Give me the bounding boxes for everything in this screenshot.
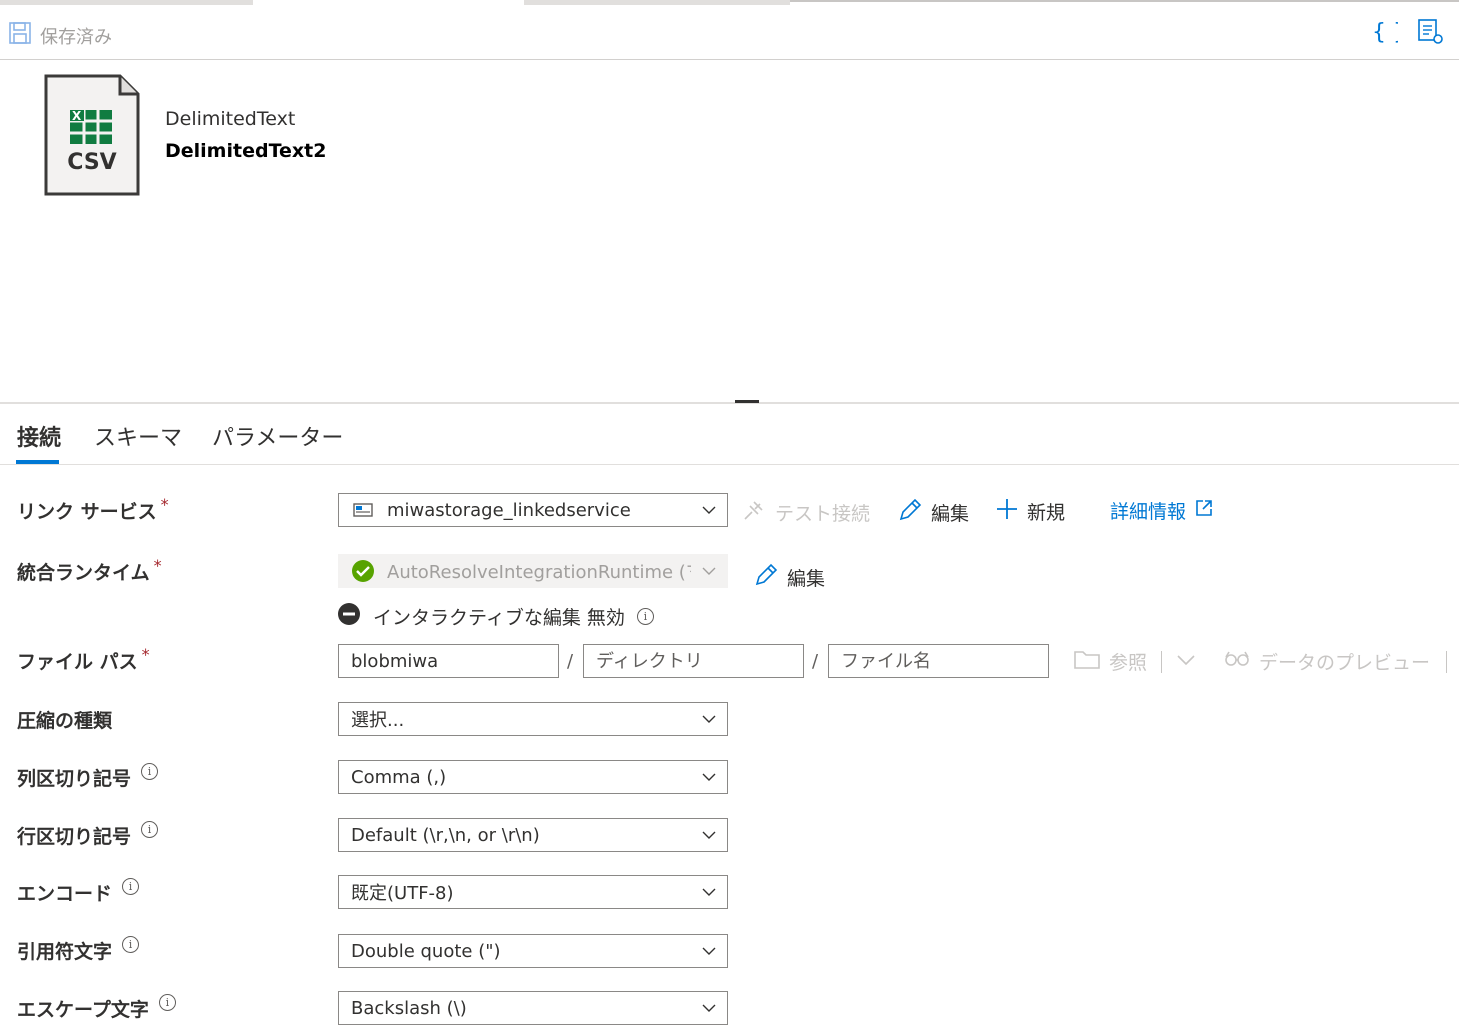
- encoding-dropdown[interactable]: 既定(UTF-8): [338, 875, 728, 909]
- browse-button[interactable]: 参照: [1073, 648, 1147, 675]
- csv-file-icon: X: [44, 74, 140, 200]
- divider: [1161, 651, 1162, 673]
- row-delimiter-label: 行区切り記号 i: [17, 821, 159, 849]
- toolbar: 保存済み { }: [0, 5, 1459, 60]
- info-icon[interactable]: i: [122, 878, 140, 895]
- info-icon[interactable]: i: [122, 936, 140, 953]
- chevron-down-icon[interactable]: [1176, 652, 1196, 671]
- info-icon[interactable]: i: [141, 763, 159, 780]
- info-icon[interactable]: i: [636, 608, 654, 625]
- data-preview-button[interactable]: データのプレビュー: [1223, 648, 1430, 675]
- column-delimiter-label: 列区切り記号 i: [17, 763, 159, 791]
- dataset-name: DelimitedText2: [165, 140, 327, 162]
- linked-service-value: miwastorage_linkedservice: [387, 499, 631, 521]
- compression-label: 圧縮の種類: [17, 710, 113, 732]
- storage-icon: [339, 502, 373, 518]
- splitter-grip[interactable]: [735, 400, 759, 403]
- plus-icon: [995, 497, 1019, 526]
- escape-char-label: エスケープ文字 i: [17, 994, 176, 1022]
- disabled-circle-icon: [337, 602, 361, 631]
- csv-icon-label: CSV: [67, 150, 117, 175]
- row-delimiter-dropdown[interactable]: Default (\r,\n, or \r\n): [338, 818, 728, 852]
- details-link[interactable]: 詳細情報: [1110, 497, 1214, 524]
- tab-strip-border: [790, 0, 1459, 2]
- tabs-divider: [0, 464, 1459, 465]
- info-icon[interactable]: i: [158, 994, 176, 1011]
- tab-parameters[interactable]: パラメーター: [212, 420, 343, 452]
- integration-runtime-dropdown[interactable]: AutoResolveIntegrationRuntime (マ...: [338, 554, 728, 588]
- divider: [1446, 651, 1447, 673]
- file-path-label: ファイル パス *: [17, 645, 150, 673]
- chevron-down-icon: [691, 506, 727, 514]
- required-mark: *: [160, 495, 169, 514]
- properties-icon[interactable]: [1416, 17, 1446, 51]
- chevron-down-icon: [691, 888, 727, 896]
- code-braces-icon[interactable]: { }: [1370, 17, 1407, 49]
- info-icon[interactable]: i: [141, 821, 159, 838]
- chevron-down-icon: [691, 947, 727, 955]
- column-delimiter-dropdown[interactable]: Comma (,): [338, 760, 728, 794]
- pane-splitter[interactable]: [0, 402, 1459, 404]
- tab-schema[interactable]: スキーマ: [94, 420, 182, 452]
- save-icon: [8, 21, 32, 50]
- saved-status: 保存済み: [8, 21, 112, 50]
- chevron-down-icon: [691, 1004, 727, 1012]
- edit-runtime-button[interactable]: 編集: [753, 562, 825, 593]
- quote-char-dropdown[interactable]: Double quote ("): [338, 934, 728, 968]
- saved-label: 保存済み: [40, 26, 112, 48]
- path-separator: /: [812, 651, 819, 672]
- tab-connection[interactable]: 接続: [17, 420, 61, 452]
- integration-runtime-value: AutoResolveIntegrationRuntime (マ...: [387, 562, 691, 583]
- plug-icon: [741, 497, 767, 528]
- test-connection-button[interactable]: テスト接続: [741, 497, 870, 528]
- new-linked-service-button[interactable]: 新規: [995, 497, 1065, 526]
- container-input[interactable]: [338, 644, 559, 678]
- chevron-down-icon: [691, 773, 727, 781]
- chevron-down-icon: [691, 831, 727, 839]
- required-mark: *: [153, 556, 162, 575]
- quote-char-label: 引用符文字 i: [17, 936, 140, 964]
- compression-dropdown[interactable]: 選択...: [338, 702, 728, 736]
- success-check-icon: [339, 559, 375, 583]
- dataset-type: DelimitedText: [165, 108, 296, 130]
- integration-runtime-label: 統合ランタイム *: [17, 556, 162, 584]
- interactive-authoring-status: インタラクティブな編集 無効 i: [337, 602, 654, 631]
- folder-icon: [1073, 648, 1101, 675]
- pencil-icon: [753, 562, 779, 593]
- directory-input[interactable]: [583, 644, 804, 678]
- svg-text:X: X: [72, 109, 82, 123]
- pencil-icon: [897, 497, 923, 528]
- glasses-icon: [1223, 649, 1251, 674]
- chevron-down-icon: [691, 567, 727, 575]
- encoding-label: エンコード i: [17, 878, 140, 906]
- path-separator: /: [567, 651, 574, 672]
- chevron-down-icon: [691, 715, 727, 723]
- external-link-icon: [1194, 498, 1214, 523]
- linked-service-label: リンク サービス *: [17, 495, 169, 523]
- svg-text:{ }: { }: [1372, 20, 1398, 45]
- edit-linked-service-button[interactable]: 編集: [897, 497, 969, 528]
- linked-service-dropdown[interactable]: miwastorage_linkedservice: [338, 493, 728, 527]
- required-mark: *: [141, 645, 150, 664]
- escape-char-dropdown[interactable]: Backslash (\): [338, 991, 728, 1025]
- filename-input[interactable]: [828, 644, 1049, 678]
